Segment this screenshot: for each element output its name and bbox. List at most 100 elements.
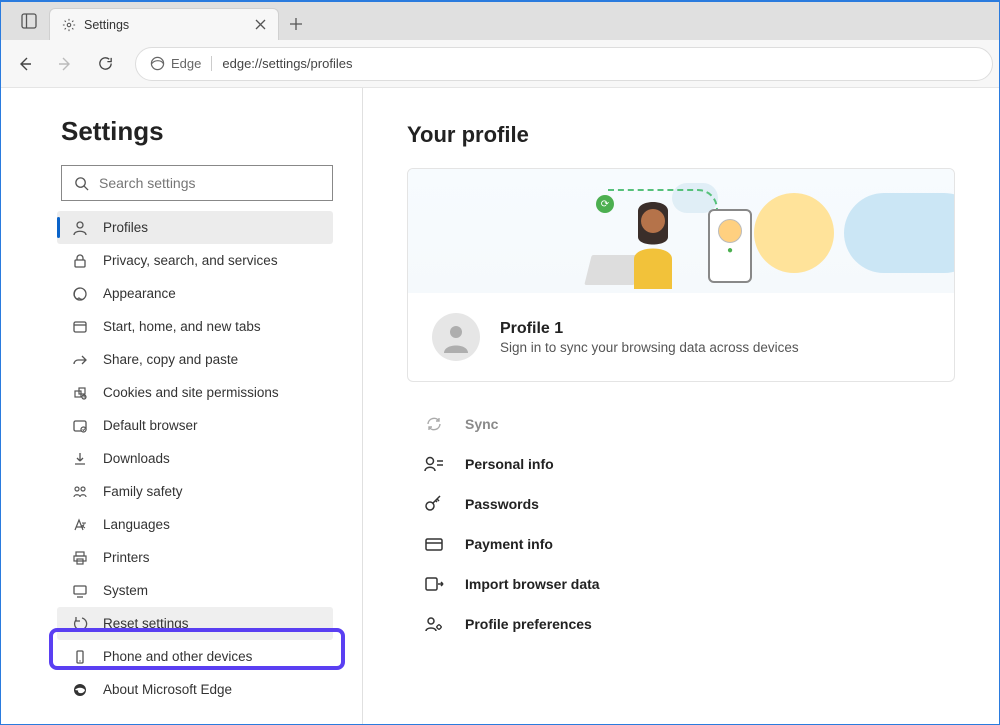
import-icon <box>423 573 445 595</box>
avatar-placeholder-icon <box>440 321 472 353</box>
sidebar-item-label: About Microsoft Edge <box>103 682 232 697</box>
share-icon <box>71 351 89 369</box>
printer-icon <box>71 549 89 567</box>
sidebar-item-downloads[interactable]: Downloads <box>57 442 333 475</box>
download-icon <box>71 450 89 468</box>
phone-icon <box>71 648 89 666</box>
tabs-overview-button[interactable] <box>9 2 49 40</box>
sidebar-item-label: Languages <box>103 517 170 532</box>
search-icon <box>74 176 89 191</box>
sidebar-item-system[interactable]: System <box>57 574 333 607</box>
sync-icon <box>423 413 445 435</box>
sidebar-item-appearance[interactable]: Appearance <box>57 277 333 310</box>
sidebar-item-languages[interactable]: Languages <box>57 508 333 541</box>
profile-options-list: Sync Personal info Passwords Payment info Im… <box>407 398 955 644</box>
url-protocol-label: Edge <box>171 56 201 71</box>
refresh-button[interactable] <box>87 46 123 82</box>
profile-icon <box>71 219 89 237</box>
sidebar-item-cookies-and-site-permissions[interactable]: Cookies and site permissions <box>57 376 333 409</box>
plus-icon <box>289 17 303 31</box>
tabs-icon <box>71 318 89 336</box>
option-label: Passwords <box>465 496 539 512</box>
profile-row[interactable]: Profile 1 Sign in to sync your browsing … <box>408 293 954 381</box>
sidebar-item-label: Cookies and site permissions <box>103 385 279 400</box>
arrow-left-icon <box>16 55 34 73</box>
sidebar-item-label: Privacy, search, and services <box>103 253 278 268</box>
sidebar-item-family-safety[interactable]: Family safety <box>57 475 333 508</box>
option-sync[interactable]: Sync <box>423 404 955 444</box>
option-profile-preferences[interactable]: Profile preferences <box>423 604 955 644</box>
sidebar-item-about-microsoft-edge[interactable]: About Microsoft Edge <box>57 673 333 706</box>
content-area: Settings Profiles Privacy, search, and se… <box>1 88 999 724</box>
key-icon <box>423 493 445 515</box>
sidebar-item-default-browser[interactable]: Default browser <box>57 409 333 442</box>
forward-button[interactable] <box>47 46 83 82</box>
profile-subtitle: Sign in to sync your browsing data acros… <box>500 340 799 355</box>
option-label: Profile preferences <box>465 616 592 632</box>
option-label: Import browser data <box>465 576 600 592</box>
tab-title: Settings <box>84 18 247 32</box>
option-label: Personal info <box>465 456 554 472</box>
close-icon <box>255 19 266 30</box>
languages-icon <box>71 516 89 534</box>
sidebar-item-label: Family safety <box>103 484 183 499</box>
back-button[interactable] <box>7 46 43 82</box>
search-settings-box[interactable] <box>61 165 333 201</box>
search-settings-input[interactable] <box>99 175 320 191</box>
sidebar-item-privacy-search-and-services[interactable]: Privacy, search, and services <box>57 244 333 277</box>
browser-tab[interactable]: Settings <box>49 8 279 40</box>
sidebar-item-label: Default browser <box>103 418 198 433</box>
sidebar-item-phone-and-other-devices[interactable]: Phone and other devices <box>57 640 333 673</box>
personal-info-icon <box>423 453 445 475</box>
sidebar-item-profiles[interactable]: Profiles <box>57 211 333 244</box>
sidebar-item-start-home-and-new-tabs[interactable]: Start, home, and new tabs <box>57 310 333 343</box>
system-icon <box>71 582 89 600</box>
new-tab-button[interactable] <box>279 8 313 40</box>
sidebar-item-label: Share, copy and paste <box>103 352 238 367</box>
arrow-right-icon <box>56 55 74 73</box>
sidebar-item-label: Printers <box>103 550 150 565</box>
sidebar-item-share-copy-and-paste[interactable]: Share, copy and paste <box>57 343 333 376</box>
tabs-overview-icon <box>21 13 37 29</box>
sidebar-item-printers[interactable]: Printers <box>57 541 333 574</box>
title-bar: Settings <box>1 2 999 40</box>
main-header: Your profile <box>407 122 955 148</box>
option-payment-info[interactable]: Payment info <box>423 524 955 564</box>
refresh-icon <box>97 55 114 72</box>
tab-strip: Settings <box>1 2 313 40</box>
url-text: edge://settings/profiles <box>222 56 352 71</box>
page-title: Settings <box>61 116 334 147</box>
reset-icon <box>71 615 89 633</box>
sidebar-item-label: Downloads <box>103 451 170 466</box>
gear-icon <box>62 18 76 32</box>
option-label: Sync <box>465 416 498 432</box>
sidebar-item-label: Start, home, and new tabs <box>103 319 261 334</box>
sidebar-item-label: Appearance <box>103 286 176 301</box>
url-protocol-badge: Edge <box>150 56 212 71</box>
option-personal-info[interactable]: Personal info <box>423 444 955 484</box>
edge-logo-icon <box>150 56 165 71</box>
settings-nav-list: Profiles Privacy, search, and services App… <box>57 211 334 706</box>
address-bar[interactable]: Edge edge://settings/profiles <box>135 47 993 81</box>
option-import-browser-data[interactable]: Import browser data <box>423 564 955 604</box>
lock-icon <box>71 252 89 270</box>
toolbar: Edge edge://settings/profiles <box>1 40 999 88</box>
profile-name: Profile 1 <box>500 320 799 338</box>
cookie-icon <box>71 384 89 402</box>
profile-card: ⟳ ● Profile 1 Sign in to sync your brows… <box>407 168 955 382</box>
option-label: Payment info <box>465 536 553 552</box>
sidebar-item-reset-settings[interactable]: Reset settings <box>57 607 333 640</box>
profile-banner: ⟳ ● <box>408 169 954 293</box>
palette-icon <box>71 285 89 303</box>
preferences-icon <box>423 613 445 635</box>
sidebar-item-label: System <box>103 583 148 598</box>
avatar <box>432 313 480 361</box>
sidebar-item-label: Profiles <box>103 220 148 235</box>
sidebar-item-label: Phone and other devices <box>103 649 252 664</box>
edge-icon <box>71 681 89 699</box>
settings-sidebar: Settings Profiles Privacy, search, and se… <box>1 88 363 724</box>
option-passwords[interactable]: Passwords <box>423 484 955 524</box>
sidebar-item-label: Reset settings <box>103 616 189 631</box>
browser-icon <box>71 417 89 435</box>
tab-close-button[interactable] <box>255 19 266 30</box>
